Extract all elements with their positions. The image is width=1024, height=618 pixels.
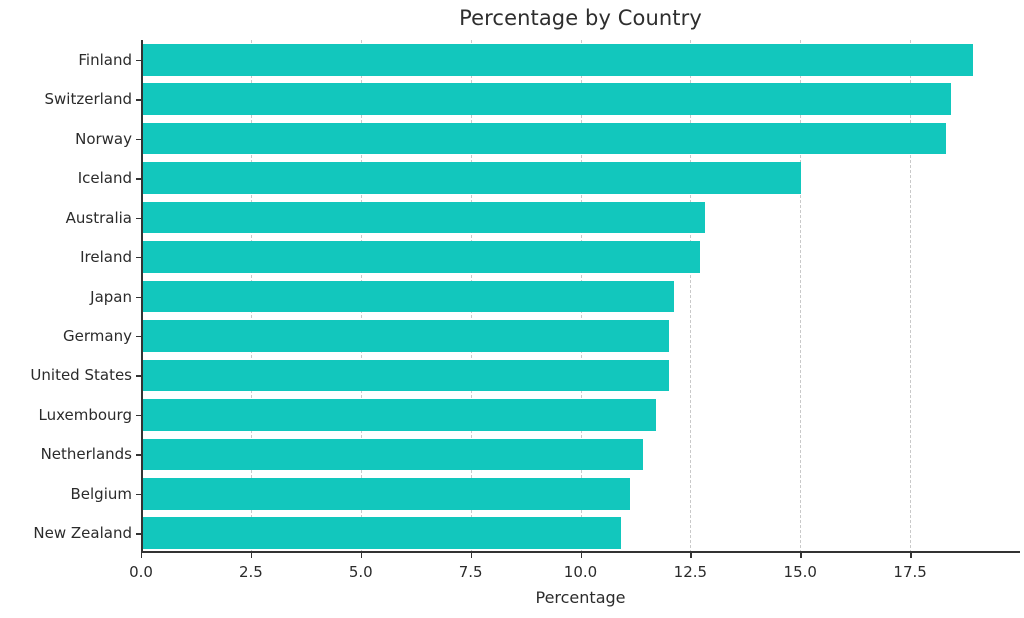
bar [142,399,657,431]
bar [142,320,670,352]
gridline-x [800,40,802,553]
y-tick-label: Luxembourg [38,405,133,424]
x-tick-mark [690,553,692,558]
x-tick-mark [800,553,802,558]
y-tick-label: Japan [90,287,132,306]
y-tick-label: Australia [65,208,132,227]
x-tick-mark [910,553,912,558]
x-tick-label: 17.5 [893,563,927,581]
bar [142,201,705,234]
y-tick-label: Switzerland [44,90,133,109]
x-tick-label: 7.5 [458,563,483,581]
plot-area: Finland Switzerland Norway Iceland Australia… [30,40,1020,581]
x-axis-label: Percentage [535,588,626,607]
bar [142,162,802,194]
bar [142,517,622,550]
y-tick-label: New Zealand [33,524,132,543]
y-tick-label: Germany [63,326,132,345]
x-tick-label: 5.0 [348,563,373,581]
gridline-x [910,40,912,553]
x-tick-mark [580,553,582,558]
y-axis-spine [141,40,143,553]
y-tick-label: Netherlands [40,445,132,464]
bar [142,280,674,313]
bar [142,122,947,155]
x-tick-label: 12.5 [673,563,708,581]
bar [142,43,973,76]
x-tick-label: 2.5 [238,563,263,581]
chart-title: Percentage by Country [459,6,702,30]
x-tick-mark [360,553,363,558]
x-tick-mark [250,553,253,558]
y-tick-label: Iceland [77,169,132,188]
gridline-x [690,40,692,553]
x-axis-spine [141,551,1020,553]
x-tick-mark [470,553,473,558]
y-tick-label: Ireland [80,248,132,267]
chart-figure: Percentage by Country Finland Switzerland… [0,0,1024,618]
x-tick-mark [141,553,143,558]
y-tick-label: Belgium [70,484,133,503]
x-tick-label: 0.0 [129,563,153,581]
y-tick-label: United States [30,366,132,385]
bar [142,241,701,273]
y-tick-label: Norway [75,129,132,148]
x-tick-label: 10.0 [563,563,598,581]
y-tick-label: Finland [78,50,132,69]
bar [142,359,670,392]
bar [142,438,644,471]
x-tick-label: 15.0 [783,563,817,581]
bar [142,478,630,510]
bar [142,83,951,115]
